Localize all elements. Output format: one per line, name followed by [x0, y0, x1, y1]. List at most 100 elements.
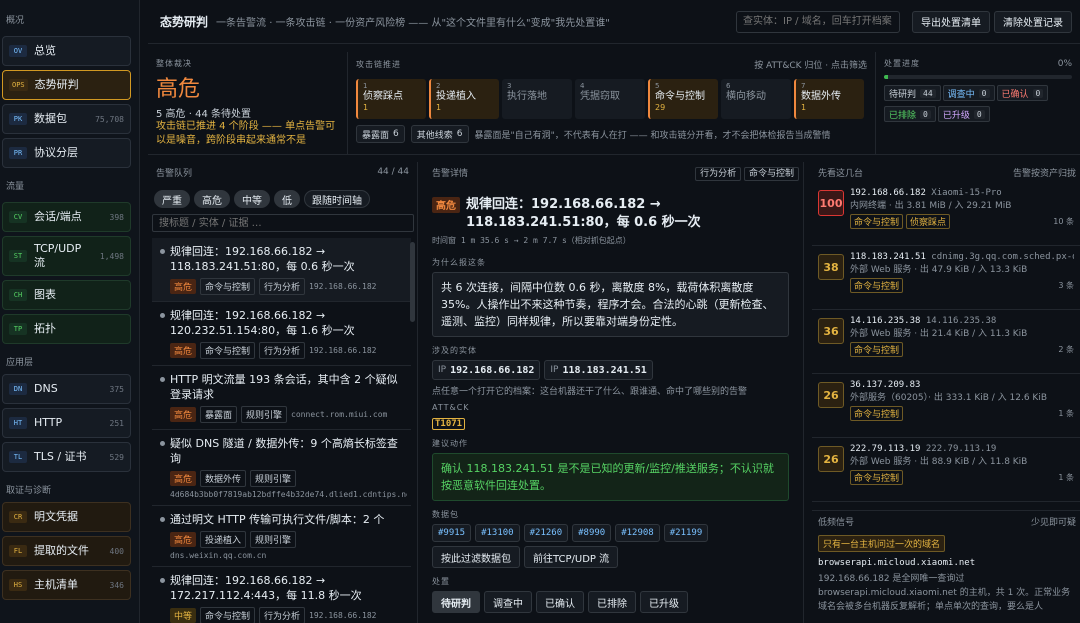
- stat-pending[interactable]: 待研判 44: [884, 85, 941, 101]
- packet-link[interactable]: #8990: [572, 524, 612, 542]
- alert-entity: 192.168.66.182: [309, 346, 377, 355]
- disposition-escalated[interactable]: 已升级: [640, 591, 688, 613]
- packet-link[interactable]: #9915: [432, 524, 472, 542]
- entity-chip[interactable]: IP 118.183.241.51: [544, 360, 653, 380]
- sidebar-item-conversations[interactable]: CV 会话/端点 398: [2, 202, 131, 232]
- why-label: 为什么报这条: [432, 258, 486, 267]
- attck-technique-link[interactable]: T1071: [432, 418, 466, 430]
- host-alert-count: 1 条: [1058, 409, 1074, 418]
- packets-label: 数据包: [432, 510, 459, 519]
- stat-escalated[interactable]: 已升级 0: [937, 106, 990, 122]
- filter-high[interactable]: 高危: [194, 190, 230, 208]
- sidebar-item-count: 375: [109, 384, 124, 394]
- alert-card[interactable]: 通过明文 HTTP 传输可执行文件/脚本：2 个高危 投递植入 规则引擎 dns.we…: [152, 506, 411, 567]
- alert-entity: dns.weixin.qq.com.cn: [170, 551, 267, 560]
- sidebar-item-packets[interactable]: PK 数据包 75,708: [2, 104, 131, 134]
- filter-low[interactable]: 低: [274, 190, 300, 208]
- hosts-hint: 告警按资产归拢: [1012, 168, 1076, 179]
- packet-link[interactable]: #21260: [523, 524, 569, 542]
- queue-search-input[interactable]: [152, 214, 414, 232]
- stat-confirmed[interactable]: 已确认 0: [996, 85, 1049, 101]
- sidebar-item-charts[interactable]: CH 图表: [2, 280, 131, 310]
- filter-medium[interactable]: 中等: [234, 190, 270, 208]
- chain-step-lateral[interactable]: 6 横向移动: [721, 79, 791, 119]
- entity-chip[interactable]: IP 192.168.66.182: [432, 360, 541, 380]
- severity-badge: 高危: [170, 532, 197, 547]
- host-card[interactable]: 36 14.116.235.38 14.116.235.38 外部 Web 服务 ·…: [812, 310, 1080, 374]
- step-number: 1: [363, 82, 368, 90]
- disposition-confirmed[interactable]: 已确认: [536, 591, 584, 613]
- severity-badge: 中等: [170, 608, 197, 623]
- step-number: 2: [436, 82, 441, 90]
- step-number: 7: [801, 82, 806, 90]
- sidebar-item-protocols[interactable]: PR 协议分层: [2, 138, 131, 168]
- filter-follow-timeline[interactable]: 跟随时间轴: [304, 190, 370, 208]
- conversations-icon: CV: [9, 211, 27, 223]
- sidebar-item-hosts[interactable]: HS 主机清单 346: [2, 570, 131, 600]
- step-number: 4: [580, 82, 585, 90]
- sidebar-item-credentials[interactable]: CR 明文凭据: [2, 502, 131, 532]
- disposition-excluded[interactable]: 已排除: [588, 591, 636, 613]
- overall-verdict: 整体裁决 高危 5 高危 · 44 条待处置 攻击链已推进 4 个阶段 —— 单…: [148, 52, 348, 154]
- chain-step-c2[interactable]: 5 命令与控制 29: [648, 79, 718, 119]
- stat-investigating[interactable]: 调查中 0: [942, 85, 995, 101]
- step-count: 1: [801, 103, 807, 112]
- filter-packets-button[interactable]: 按此过滤数据包: [432, 546, 520, 568]
- severity-filters: 严重 高危 中等 低 跟随时间轴: [148, 190, 417, 208]
- disposition-pending[interactable]: 待研判: [432, 591, 480, 613]
- clear-button[interactable]: 清除处置记录: [994, 10, 1072, 33]
- sidebar-item-situation[interactable]: OPS 态势研判: [2, 70, 131, 100]
- sidebar-item-files[interactable]: FL 提取的文件 400: [2, 536, 131, 566]
- sidebar-item-topology[interactable]: TP 拓扑: [2, 314, 131, 344]
- entity-search-input[interactable]: [736, 10, 900, 33]
- host-summary: 外部 Web 服务 · 出 88.9 KiB / 入 11.8 KiB: [850, 457, 1028, 467]
- chain-step-exfil[interactable]: 7 数据外传 1: [794, 79, 864, 119]
- progress-bar: [884, 75, 1072, 79]
- http-icon: HT: [9, 417, 27, 429]
- alert-card[interactable]: 疑似 DNS 隧道 / 数据外传：9 个高熵长标签查询 高危 数据外传 规则引擎 4d6…: [152, 430, 411, 506]
- stat-label: 已排除: [889, 110, 917, 121]
- host-card[interactable]: 26 222.79.113.19 222.79.113.19 外部 Web 服务 ·…: [812, 438, 1080, 502]
- exposure-chip[interactable]: 暴露面 6: [356, 125, 405, 143]
- sidebar-item-label: TCP/UDP 流: [34, 242, 82, 269]
- sidebar-item-label: HTTP: [34, 416, 63, 429]
- queue-scrollbar[interactable]: [410, 242, 415, 322]
- sidebar-section-overview: 概况: [6, 16, 25, 26]
- alert-card[interactable]: 规律回连：192.168.66.182 → 120.232.51.154:80，…: [152, 302, 411, 366]
- goto-streams-button[interactable]: 前往TCP/UDP 流: [524, 546, 619, 568]
- filter-critical[interactable]: 严重: [154, 190, 190, 208]
- packet-link[interactable]: #12908: [615, 524, 660, 542]
- lowsignal-domain[interactable]: browserapi.micloud.xiaomi.net: [812, 556, 1080, 570]
- packet-link[interactable]: #13100: [475, 524, 520, 542]
- chain-step-delivery[interactable]: 2 投递植入 1: [429, 79, 499, 119]
- alert-card[interactable]: HTTP 明文流量 193 条会话，其中含 2 个疑似登录请求 高危 暴露面 规则引擎…: [152, 366, 411, 430]
- host-card[interactable]: 38 118.183.241.51 cdnimg.3g.qq.com.sched.…: [812, 246, 1080, 310]
- host-card[interactable]: 26 36.137.209.83 外部服务（60205）· 出 333.1 KiB …: [812, 374, 1080, 438]
- sidebar-item-dns[interactable]: DN DNS 375: [2, 374, 131, 404]
- chain-note: 暴露面是"自己有洞"，不代表有人在打 —— 和攻击链分开看，才不会把体检报告当成…: [474, 130, 831, 141]
- sidebar-item-overview[interactable]: OV 总览: [2, 36, 131, 66]
- alert-card[interactable]: 规律回连：192.168.66.182 → 172.217.112.4:443，…: [152, 567, 411, 623]
- chain-step-credential[interactable]: 4 凭据窃取: [575, 79, 645, 119]
- chain-step-recon[interactable]: 1 侦察踩点 1: [356, 79, 426, 119]
- sidebar-item-label: 图表: [34, 288, 56, 301]
- other-clues-chip[interactable]: 其他线索 6: [410, 125, 469, 143]
- host-card[interactable]: 100 192.168.66.182 Xiaomi-15-Pro 内网终端 · 出 …: [812, 182, 1080, 246]
- sidebar-item-http[interactable]: HT HTTP 251: [2, 408, 131, 438]
- risk-score: 26: [818, 446, 844, 472]
- host-name: 14.116.235.38: [925, 316, 997, 326]
- sidebar-item-streams[interactable]: ST TCP/UDP 流 1,498: [2, 236, 131, 276]
- packet-link[interactable]: #21199: [663, 524, 709, 542]
- chain-step-execution[interactable]: 3 执行落地: [502, 79, 572, 119]
- detail-label: 告警详情: [432, 168, 469, 179]
- sidebar-item-tls[interactable]: TL TLS / 证书 529: [2, 442, 131, 472]
- disposition-investigating[interactable]: 调查中: [484, 591, 532, 613]
- alert-title: 规律回连：192.168.66.182 → 118.183.241.51:80，…: [160, 244, 407, 274]
- alert-card[interactable]: 规律回连：192.168.66.182 → 118.183.241.51:80，…: [152, 238, 411, 302]
- page-title: 态势研判: [160, 15, 209, 29]
- files-icon: FL: [9, 545, 27, 557]
- protocols-icon: PR: [9, 147, 27, 159]
- export-button[interactable]: 导出处置清单: [912, 10, 990, 33]
- stat-excluded[interactable]: 已排除 0: [884, 106, 936, 122]
- step-count: 1: [436, 103, 442, 112]
